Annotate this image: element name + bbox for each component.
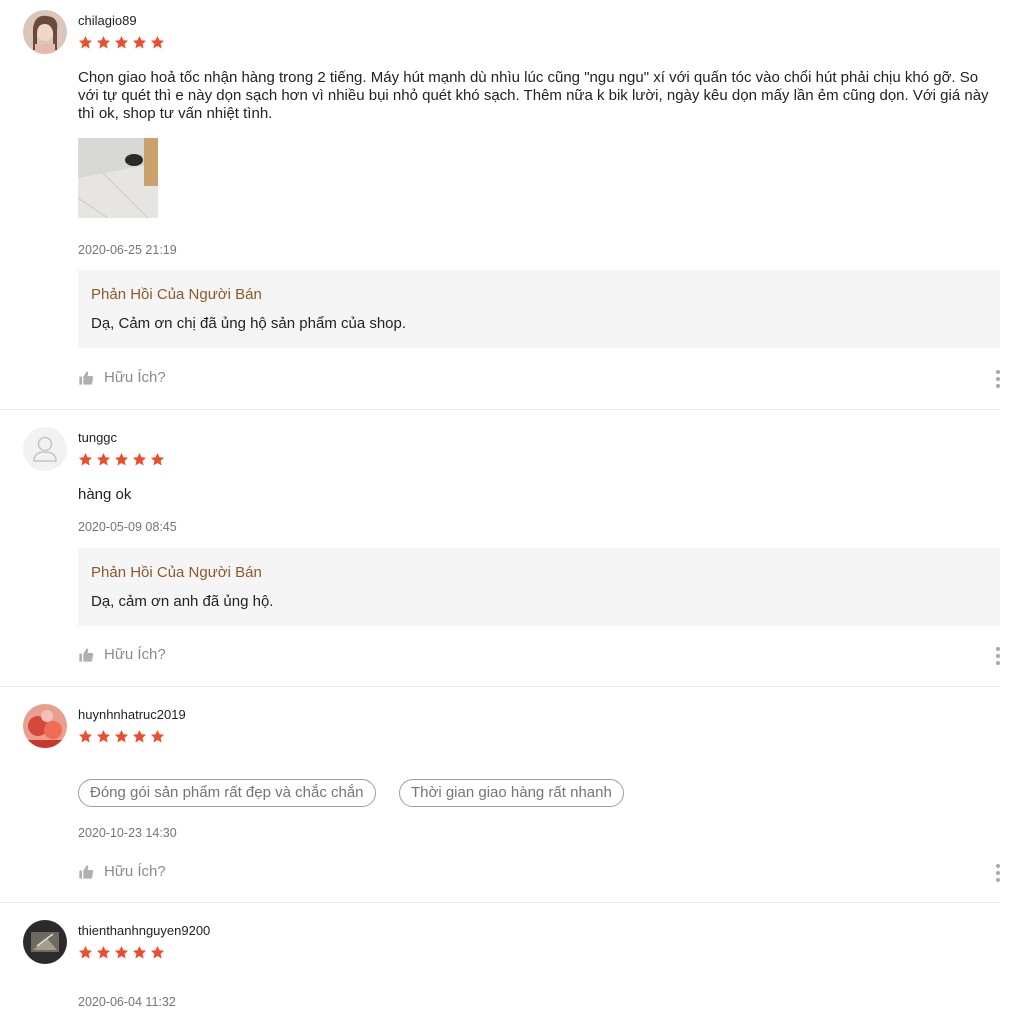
review-item: tunggc hàng ok 2020-05-09 08:45 Phản Hồi… bbox=[0, 409, 1000, 687]
thumbs-up-icon bbox=[78, 647, 94, 663]
review-date: 2020-05-09 08:45 bbox=[78, 520, 177, 534]
star-icon bbox=[150, 452, 165, 467]
avatar[interactable] bbox=[23, 10, 67, 54]
star-icon bbox=[150, 729, 165, 744]
review-date: 2020-06-04 11:32 bbox=[78, 995, 176, 1009]
username[interactable]: tunggc bbox=[78, 430, 117, 445]
seller-reply-title: Phản Hồi Của Người Bán bbox=[91, 286, 262, 303]
review-tag[interactable]: Thời gian giao hàng rất nhanh bbox=[399, 779, 624, 807]
review-photo-thumbnail[interactable] bbox=[78, 138, 158, 218]
seller-reply-text: Dạ, cảm ơn anh đã ủng hộ. bbox=[91, 593, 274, 610]
star-icon bbox=[78, 945, 93, 960]
thumbs-up-icon bbox=[78, 370, 94, 386]
review-item: huynhnhatruc2019 Đóng gói sản phẩm rất đ… bbox=[0, 686, 1000, 903]
helpful-label: Hữu Ích? bbox=[104, 369, 166, 386]
star-icon bbox=[96, 945, 111, 960]
seller-reply-text: Dạ, Cảm ơn chị đã ủng hộ sản phẩm của sh… bbox=[91, 315, 407, 332]
avatar[interactable] bbox=[23, 427, 67, 471]
rating-stars bbox=[78, 35, 165, 50]
star-icon bbox=[132, 945, 147, 960]
star-icon bbox=[114, 452, 129, 467]
star-icon bbox=[96, 452, 111, 467]
helpful-button[interactable]: Hữu Ích? bbox=[78, 863, 166, 880]
seller-reply: Phản Hồi Của Người Bán Dạ, Cảm ơn chị đã… bbox=[78, 270, 1000, 348]
review-comment: hàng ok bbox=[78, 486, 132, 503]
star-icon bbox=[114, 945, 129, 960]
helpful-label: Hữu Ích? bbox=[104, 646, 166, 663]
review-date: 2020-06-25 21:19 bbox=[78, 243, 177, 257]
rating-stars bbox=[78, 945, 165, 960]
username[interactable]: chilagio89 bbox=[78, 13, 137, 28]
helpful-button[interactable]: Hữu Ích? bbox=[78, 369, 166, 386]
username[interactable]: huynhnhatruc2019 bbox=[78, 707, 186, 722]
username[interactable]: thienthanhnguyen9200 bbox=[78, 923, 210, 938]
more-options-icon[interactable] bbox=[995, 370, 1001, 388]
review-item: chilagio89 Chọn giao hoả tốc nhận hàng t… bbox=[0, 0, 1000, 410]
star-icon bbox=[132, 729, 147, 744]
star-icon bbox=[78, 729, 93, 744]
star-icon bbox=[114, 729, 129, 744]
thumbs-up-icon bbox=[78, 864, 94, 880]
review-comment: Chọn giao hoả tốc nhận hàng trong 2 tiến… bbox=[78, 69, 989, 122]
seller-reply-title: Phản Hồi Của Người Bán bbox=[91, 564, 262, 581]
star-icon bbox=[132, 452, 147, 467]
star-icon bbox=[96, 729, 111, 744]
star-icon bbox=[132, 35, 147, 50]
star-icon bbox=[96, 35, 111, 50]
star-icon bbox=[114, 35, 129, 50]
star-icon bbox=[150, 945, 165, 960]
star-icon bbox=[150, 35, 165, 50]
review-tag[interactable]: Đóng gói sản phẩm rất đẹp và chắc chắn bbox=[78, 779, 376, 807]
star-icon bbox=[78, 452, 93, 467]
avatar[interactable] bbox=[23, 920, 67, 964]
helpful-button[interactable]: Hữu Ích? bbox=[78, 646, 166, 663]
star-icon bbox=[78, 35, 93, 50]
rating-stars bbox=[78, 729, 165, 744]
seller-reply: Phản Hồi Của Người Bán Dạ, cảm ơn anh đã… bbox=[78, 548, 1000, 626]
helpful-label: Hữu Ích? bbox=[104, 863, 166, 880]
more-options-icon[interactable] bbox=[995, 647, 1001, 665]
review-item: thienthanhnguyen9200 2020-06-04 11:32 bbox=[0, 902, 1000, 1024]
avatar[interactable] bbox=[23, 704, 67, 748]
rating-stars bbox=[78, 452, 165, 467]
review-date: 2020-10-23 14:30 bbox=[78, 826, 177, 840]
default-avatar-icon bbox=[33, 436, 57, 462]
more-options-icon[interactable] bbox=[995, 864, 1001, 882]
